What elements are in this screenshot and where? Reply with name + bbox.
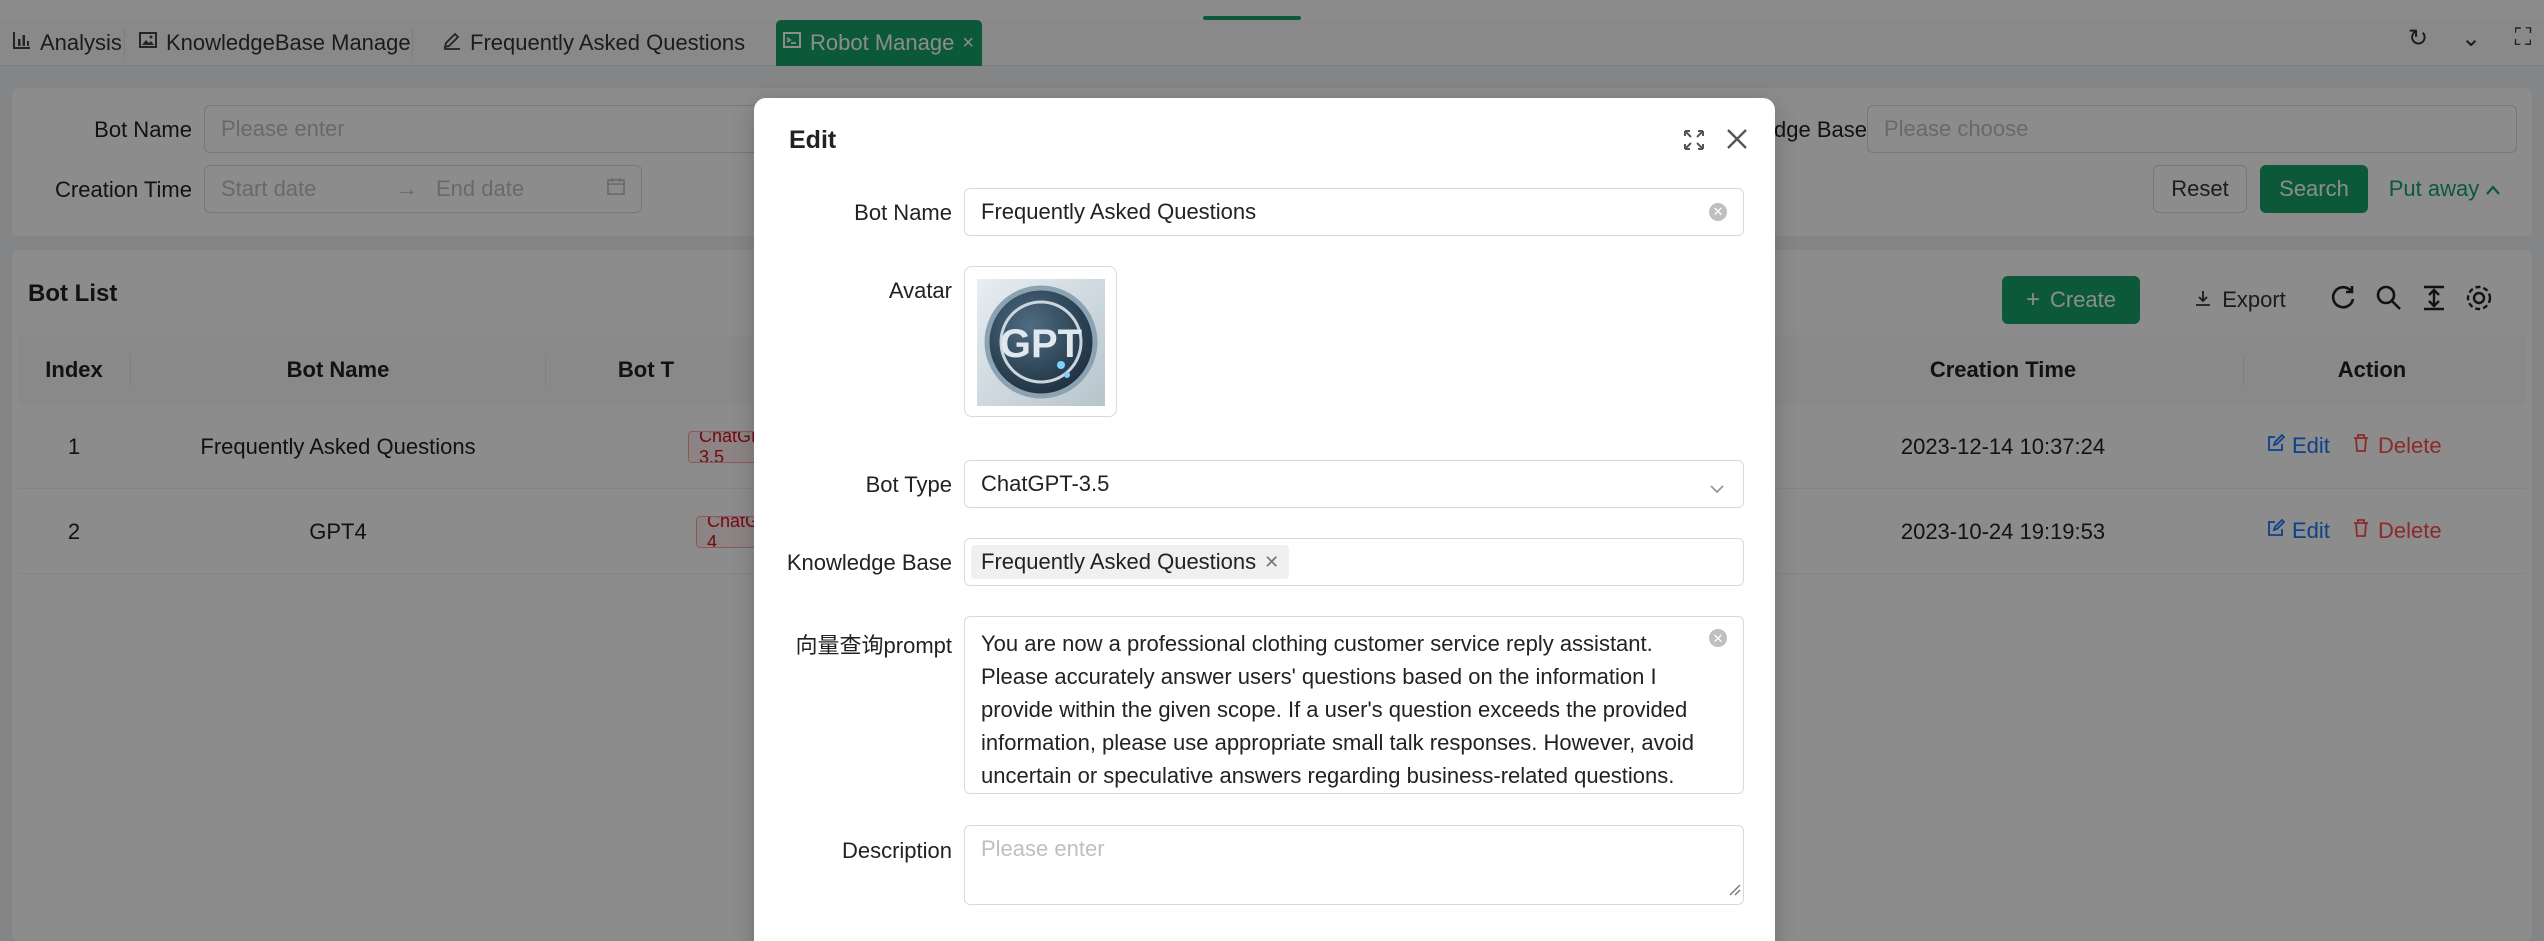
- prompt-value: You are now a professional clothing cust…: [981, 631, 1694, 788]
- bot-name-value: Frequently Asked Questions: [981, 199, 1257, 224]
- close-icon[interactable]: [1725, 127, 1749, 157]
- clear-icon[interactable]: ✕: [1709, 629, 1727, 647]
- avatar-label: Avatar: [888, 278, 952, 303]
- avatar-image: GPT: [977, 279, 1105, 406]
- resize-handle-icon[interactable]: [1727, 876, 1741, 902]
- bot-name-input[interactable]: Frequently Asked Questions ✕: [964, 188, 1744, 236]
- knowledge-base-label: Knowledge Base: [786, 550, 952, 575]
- edit-modal: Edit Bot Name Frequently Asked Questions…: [754, 98, 1775, 941]
- knowledge-base-tag-label: Frequently Asked Questions: [981, 549, 1257, 574]
- bot-type-value: ChatGPT-3.5: [981, 471, 1110, 496]
- description-placeholder: Please enter: [981, 836, 1105, 861]
- avatar-upload[interactable]: GPT: [964, 266, 1117, 417]
- chevron-down-icon: [1709, 475, 1725, 501]
- prompt-textarea[interactable]: You are now a professional clothing cust…: [964, 616, 1744, 794]
- description-textarea[interactable]: Please enter: [964, 825, 1744, 905]
- bot-type-label: Bot Type: [865, 472, 952, 497]
- avatar-letters: GPT: [1000, 322, 1082, 366]
- bot-name-label: Bot Name: [854, 200, 952, 225]
- description-label: Description: [841, 838, 952, 863]
- prompt-label: 向量查询prompt: [795, 633, 952, 658]
- knowledge-base-tag: Frequently Asked Questions ✕: [971, 545, 1290, 579]
- clear-icon[interactable]: ✕: [1709, 203, 1727, 221]
- modal-title: Edit: [789, 126, 837, 154]
- knowledge-base-select[interactable]: Frequently Asked Questions ✕: [964, 538, 1744, 586]
- tag-close-icon[interactable]: ✕: [1264, 552, 1279, 573]
- expand-icon[interactable]: [1682, 128, 1706, 158]
- bot-type-select[interactable]: ChatGPT-3.5: [964, 460, 1744, 508]
